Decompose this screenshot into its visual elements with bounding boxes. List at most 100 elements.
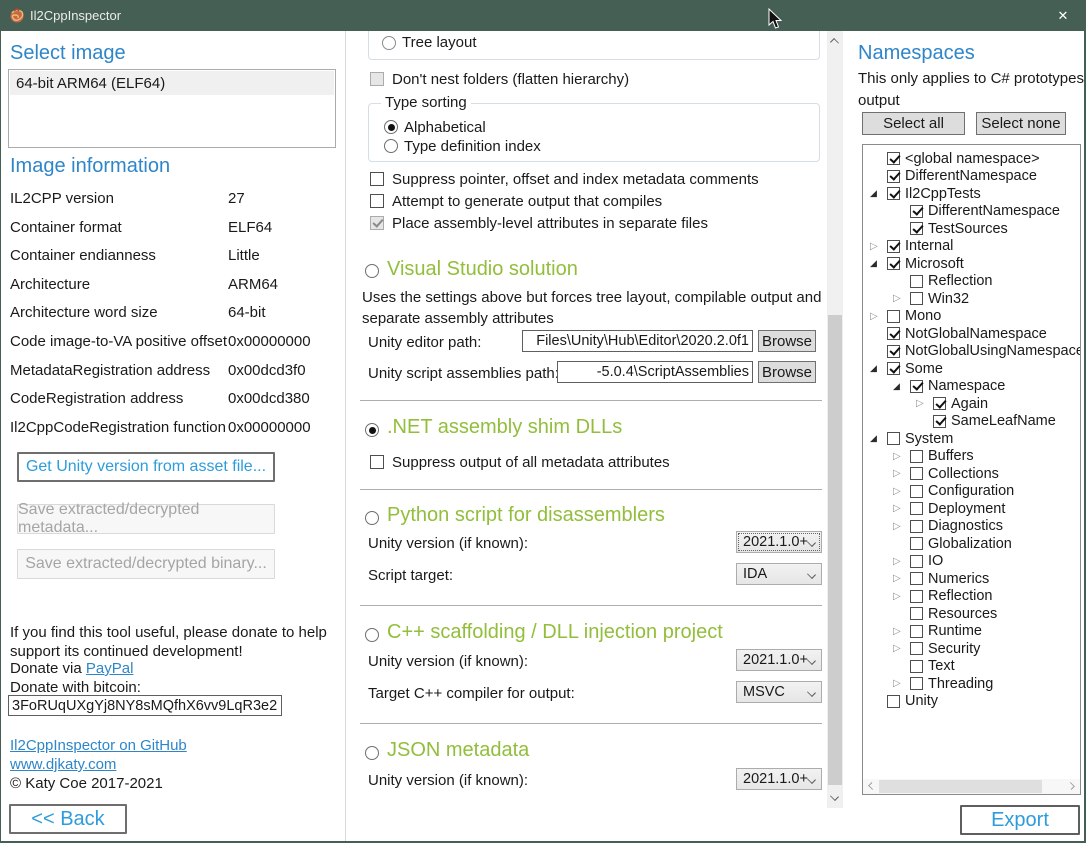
- type-def-index-radio[interactable]: [384, 139, 398, 153]
- back-button[interactable]: << Back: [9, 804, 127, 834]
- collapse-arrow-icon[interactable]: ◢: [870, 362, 877, 375]
- cpp-unity-version-dropdown[interactable]: 2021.1.0+: [736, 649, 822, 671]
- paypal-link[interactable]: PayPal: [86, 660, 134, 677]
- namespace-checkbox[interactable]: [910, 625, 923, 638]
- namespace-label[interactable]: Threading: [928, 676, 993, 692]
- namespace-label[interactable]: Diagnostics: [928, 518, 1003, 534]
- namespace-label[interactable]: TestSources: [928, 221, 1008, 237]
- script-target-dropdown[interactable]: IDA: [736, 563, 822, 585]
- tree-horizontal-scrollbar[interactable]: [863, 779, 1080, 794]
- close-button[interactable]: ✕: [1040, 0, 1086, 31]
- namespace-checkbox[interactable]: [910, 380, 923, 393]
- get-unity-version-button[interactable]: Get Unity version from asset file...: [17, 452, 275, 482]
- namespaces-tree[interactable]: <global namespace>DifferentNamespace◢Il2…: [862, 144, 1081, 795]
- namespace-checkbox[interactable]: [910, 520, 923, 533]
- cpp-compiler-dropdown[interactable]: MSVC: [736, 681, 822, 703]
- namespace-checkbox[interactable]: [910, 450, 923, 463]
- namespace-checkbox[interactable]: [910, 642, 923, 655]
- namespace-label[interactable]: IO: [928, 553, 943, 569]
- expand-arrow-icon[interactable]: ▷: [893, 485, 901, 498]
- scroll-left-icon[interactable]: [868, 782, 876, 790]
- namespace-label[interactable]: Deployment: [928, 501, 1005, 517]
- namespace-checkbox[interactable]: [933, 415, 946, 428]
- alphabetical-radio[interactable]: [384, 120, 398, 134]
- bitcoin-address-input[interactable]: [8, 695, 282, 716]
- expand-arrow-icon[interactable]: ▷: [893, 572, 901, 585]
- website-link[interactable]: www.djkaty.com: [10, 756, 116, 773]
- namespace-label[interactable]: Collections: [928, 466, 999, 482]
- namespace-label[interactable]: Win32: [928, 291, 969, 307]
- expand-arrow-icon[interactable]: ▷: [893, 450, 901, 463]
- namespace-checkbox[interactable]: [887, 695, 900, 708]
- namespace-checkbox[interactable]: [910, 607, 923, 620]
- namespace-label[interactable]: Security: [928, 641, 980, 657]
- namespace-checkbox[interactable]: [887, 345, 900, 358]
- vs-solution-radio[interactable]: [365, 264, 379, 278]
- namespace-checkbox[interactable]: [910, 502, 923, 515]
- namespace-label[interactable]: Buffers: [928, 448, 974, 464]
- compilable-output-checkbox[interactable]: [370, 194, 384, 208]
- namespace-label[interactable]: Again: [951, 396, 988, 412]
- namespace-checkbox[interactable]: [887, 432, 900, 445]
- namespace-label[interactable]: Unity: [905, 693, 938, 709]
- export-button[interactable]: Export: [960, 805, 1080, 835]
- namespace-checkbox[interactable]: [910, 485, 923, 498]
- namespace-label[interactable]: Configuration: [928, 483, 1014, 499]
- browse-editor-path-button[interactable]: Browse: [758, 330, 816, 352]
- namespace-checkbox[interactable]: [887, 152, 900, 165]
- image-listbox[interactable]: 64-bit ARM64 (ELF64): [8, 69, 336, 148]
- namespace-checkbox[interactable]: [910, 660, 923, 673]
- expand-arrow-icon[interactable]: ▷: [893, 292, 901, 305]
- namespace-checkbox[interactable]: [910, 292, 923, 305]
- namespace-checkbox[interactable]: [910, 555, 923, 568]
- namespace-label[interactable]: Text: [928, 658, 955, 674]
- namespace-checkbox[interactable]: [910, 222, 923, 235]
- expand-arrow-icon[interactable]: ▷: [893, 590, 901, 603]
- namespace-label[interactable]: DifferentNamespace: [905, 168, 1037, 184]
- tree-layout-radio[interactable]: [382, 36, 396, 50]
- namespace-label[interactable]: Reflection: [928, 588, 992, 604]
- namespace-label[interactable]: Globalization: [928, 536, 1012, 552]
- suppress-metadata-attributes-checkbox[interactable]: [370, 455, 384, 469]
- middle-scrollbar[interactable]: [827, 31, 843, 808]
- namespace-checkbox[interactable]: [910, 467, 923, 480]
- expand-arrow-icon[interactable]: ▷: [893, 555, 901, 568]
- namespace-label[interactable]: NotGlobalUsingNamespace: [905, 343, 1081, 359]
- namespace-checkbox[interactable]: [887, 170, 900, 183]
- namespace-label[interactable]: System: [905, 431, 953, 447]
- github-link[interactable]: Il2CppInspector on GitHub: [10, 737, 187, 754]
- namespace-label[interactable]: Il2CppTests: [905, 186, 981, 202]
- collapse-arrow-icon[interactable]: ◢: [870, 257, 877, 270]
- expand-arrow-icon[interactable]: ▷: [870, 240, 878, 253]
- namespace-checkbox[interactable]: [887, 362, 900, 375]
- namespace-checkbox[interactable]: [887, 327, 900, 340]
- tree-scrollbar-thumb[interactable]: [879, 780, 1042, 793]
- expand-arrow-icon[interactable]: ▷: [893, 502, 901, 515]
- expand-arrow-icon[interactable]: ▷: [893, 467, 901, 480]
- python-script-radio[interactable]: [365, 511, 379, 525]
- scroll-up-icon[interactable]: [830, 38, 839, 47]
- collapse-arrow-icon[interactable]: ◢: [893, 380, 900, 393]
- middle-scrollbar-thumb[interactable]: [828, 315, 842, 785]
- expand-arrow-icon[interactable]: ▷: [893, 677, 901, 690]
- json-unity-version-dropdown[interactable]: 2021.1.0+: [736, 768, 822, 790]
- namespace-checkbox[interactable]: [910, 572, 923, 585]
- namespace-checkbox[interactable]: [887, 240, 900, 253]
- expand-arrow-icon[interactable]: ▷: [893, 625, 901, 638]
- browse-assemblies-path-button[interactable]: Browse: [758, 361, 816, 383]
- collapse-arrow-icon[interactable]: ◢: [870, 187, 877, 200]
- scroll-right-icon[interactable]: [1067, 782, 1075, 790]
- namespace-checkbox[interactable]: [910, 537, 923, 550]
- scroll-down-icon[interactable]: [830, 792, 839, 801]
- cpp-scaffolding-radio[interactable]: [365, 628, 379, 642]
- namespace-checkbox[interactable]: [910, 205, 923, 218]
- namespace-label[interactable]: DifferentNamespace: [928, 203, 1060, 219]
- namespace-checkbox[interactable]: [887, 187, 900, 200]
- json-metadata-radio[interactable]: [365, 746, 379, 760]
- select-all-button[interactable]: Select all: [862, 112, 965, 135]
- expand-arrow-icon[interactable]: ▷: [893, 520, 901, 533]
- namespace-label[interactable]: Microsoft: [905, 256, 964, 272]
- namespace-label[interactable]: SameLeafName: [951, 413, 1056, 429]
- namespace-checkbox[interactable]: [933, 397, 946, 410]
- namespace-label[interactable]: <global namespace>: [905, 151, 1040, 167]
